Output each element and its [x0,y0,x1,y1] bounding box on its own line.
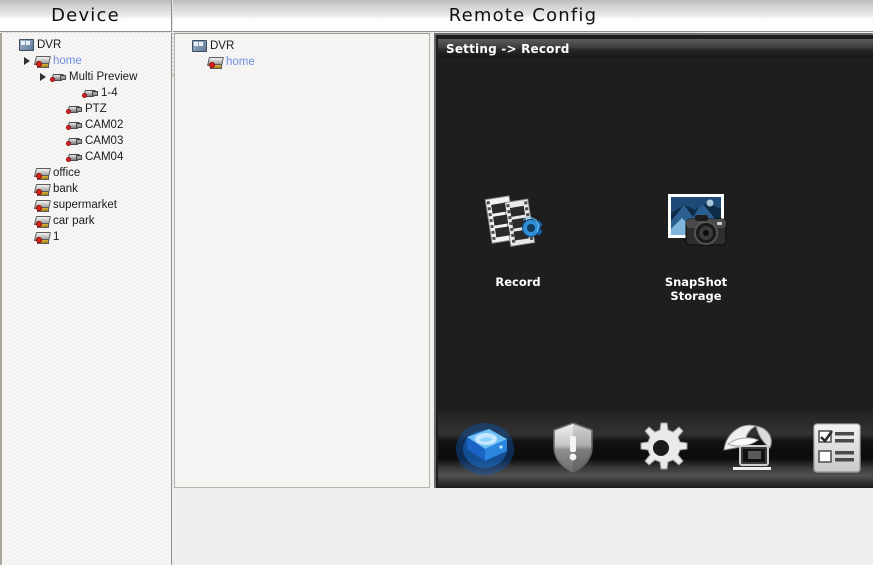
snapshot-storage-config-item[interactable]: SnapShot Storage [642,187,750,303]
application-window: Device Remote Config DVR home Multi Previe… [0,0,873,565]
camera-icon [66,150,82,164]
record-config-label: Record [495,275,541,289]
dvr-device-icon [34,230,50,244]
dvr-root-icon [18,38,34,52]
camera-icon [82,86,98,100]
tree-expander-icon[interactable] [22,56,33,67]
breadcrumb-text: Setting -> Record [446,41,570,56]
alarm-shield-icon[interactable] [542,417,604,479]
tree-item-label: PTZ [85,103,107,115]
system-gear-icon[interactable] [630,417,692,479]
tree-item-label: CAM03 [85,135,124,147]
config-category-toolbar [438,411,873,488]
camera-icon [66,134,82,148]
tree-item-label: DVR [210,40,235,52]
camera-icon [50,70,66,84]
tree-item-label: DVR [37,39,62,51]
dvr-device-icon [207,55,223,69]
breadcrumb: Setting -> Record [438,39,873,58]
record-filmstrip-gear-icon [464,187,572,261]
remote-config-title: Remote Config [448,5,598,26]
camera-icon [66,102,82,116]
tree-item-label: home [226,56,255,68]
device-tree-panel: DVR home Multi Preview 1-4 PTZ CAM02 CAM03 CAM0… [0,33,172,565]
device-tree-item-cam04[interactable]: CAM04 [2,149,171,165]
network-monitor-icon[interactable] [718,417,780,479]
device-panel-title: Device [51,5,120,26]
tree-item-label: 1 [53,231,60,243]
device-tree-item-office[interactable]: office [2,165,171,181]
camera-icon [66,118,82,132]
tree-item-label: Multi Preview [69,71,138,83]
tree-item-label: home [53,55,82,67]
config-device-tree[interactable]: DVR home [175,38,429,70]
dvr-device-icon [34,166,50,180]
config-tree-item-dvr[interactable]: DVR [175,38,429,54]
checklist-info-icon[interactable] [806,417,868,479]
tree-expander-icon[interactable] [38,72,49,83]
config-icon-stage: Record SnapShot Storage [438,59,873,435]
dvr-root-icon [191,39,207,53]
device-tree-item-bank[interactable]: bank [2,181,171,197]
dvr-device-icon [34,214,50,228]
remote-config-panel: Setting -> Record Record SnapShot Storag… [434,33,873,488]
tree-item-label: supermarket [53,199,117,211]
device-tree-item-ptz[interactable]: PTZ [2,101,171,117]
record-config-item[interactable]: Record [464,187,572,303]
device-tree-item-multi-preview[interactable]: Multi Preview [2,69,171,85]
config-tree-item-home[interactable]: home [175,54,429,70]
device-tree-item-cam03[interactable]: CAM03 [2,133,171,149]
storage-disk-icon[interactable] [454,417,516,479]
snapshot-storage-config-label: SnapShot Storage [664,275,728,303]
device-tree-item-home[interactable]: home [2,53,171,69]
tree-item-label: CAM02 [85,119,124,131]
device-tree-item-car-park[interactable]: car park [2,213,171,229]
tree-item-label: office [53,167,81,179]
dvr-device-icon [34,198,50,212]
device-panel-titlebar: Device [0,0,172,32]
config-icon-group: Record SnapShot Storage [464,187,750,303]
device-tree-item-1[interactable]: 1 [2,229,171,245]
device-tree-item-dvr[interactable]: DVR [2,37,171,53]
device-tree-item-supermarket[interactable]: supermarket [2,197,171,213]
device-tree-item-cam02[interactable]: CAM02 [2,117,171,133]
device-tree[interactable]: DVR home Multi Preview 1-4 PTZ CAM02 CAM03 CAM0… [2,37,171,245]
config-tree-panel: DVR home [174,33,430,488]
tree-item-label: car park [53,215,95,227]
snapshot-camera-photo-icon [642,187,750,261]
dvr-device-icon [34,182,50,196]
remote-config-titlebar: Remote Config [173,0,873,32]
device-tree-item-1-4[interactable]: 1-4 [2,85,171,101]
dvr-device-icon [34,54,50,68]
tree-item-label: bank [53,183,78,195]
tree-item-label: CAM04 [85,151,124,163]
tree-item-label: 1-4 [101,87,118,99]
